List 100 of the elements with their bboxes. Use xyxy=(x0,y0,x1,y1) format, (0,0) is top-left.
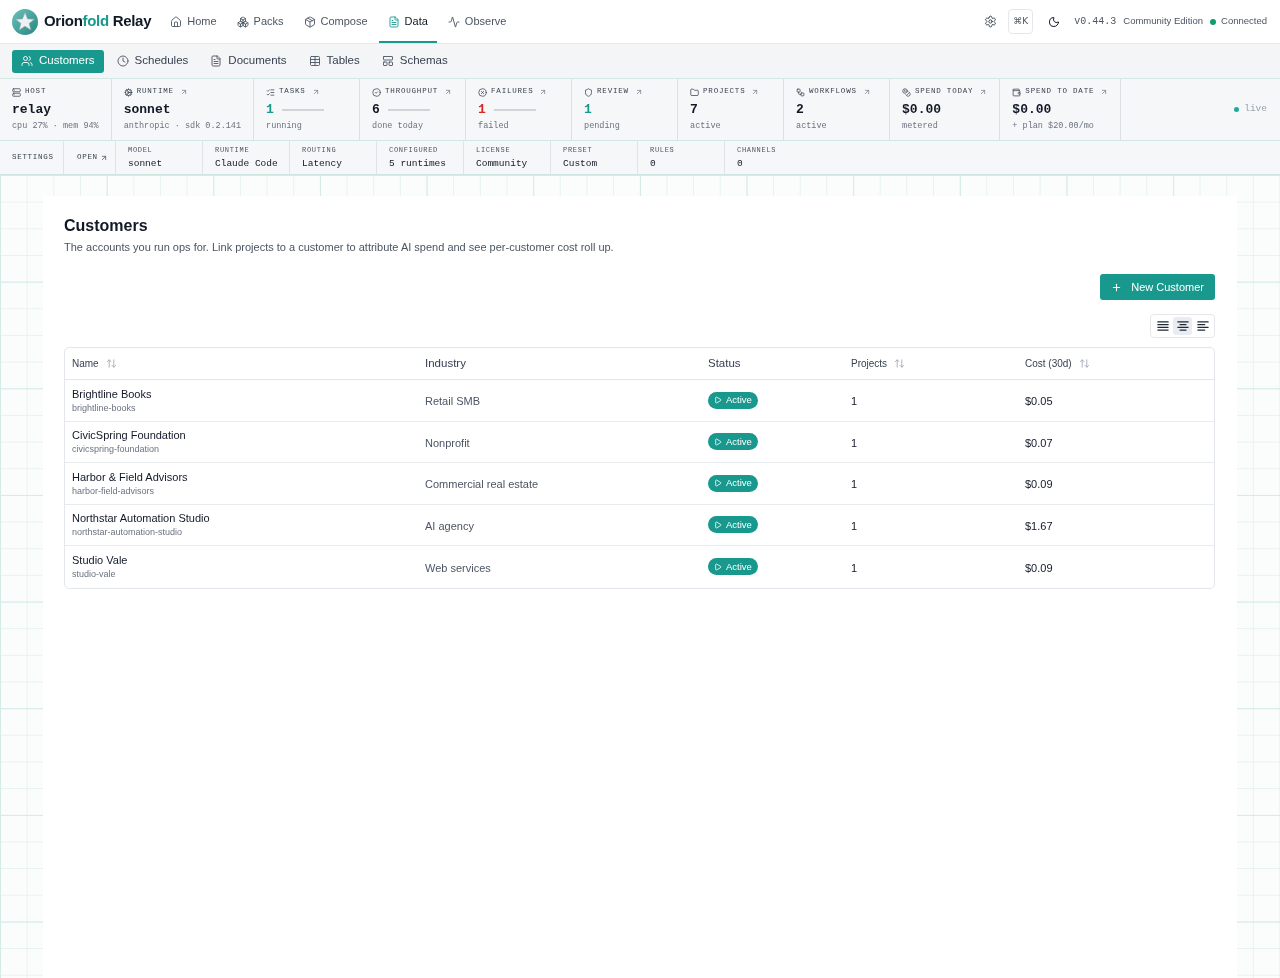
stat-value: 7 xyxy=(690,101,698,120)
shield-icon xyxy=(584,87,594,97)
justified-lines-icon xyxy=(1156,321,1169,331)
command-shortcut-button[interactable]: ⌘K xyxy=(1008,9,1034,34)
customer-slug: brightline-books xyxy=(72,401,137,414)
server-icon xyxy=(12,87,21,97)
nav-tab[interactable]: Packs xyxy=(227,0,293,43)
section-tab[interactable]: Customers xyxy=(12,49,104,73)
sort-icon xyxy=(105,358,117,369)
page-description: The accounts you run ops for. Link projects to a customer to attribute AI spend and see per-customer cost roll up. xyxy=(64,240,615,254)
column-header: Industry xyxy=(425,355,466,371)
clock-icon xyxy=(116,55,129,67)
industry-cell: Nonprofit xyxy=(425,436,470,449)
customer-slug: northstar-automation-studio xyxy=(72,526,184,539)
trend-line xyxy=(493,109,536,111)
column-header: Status xyxy=(708,355,741,371)
status-text: Active xyxy=(726,517,752,532)
play-icon xyxy=(714,396,722,405)
cost-cell: $0.09 xyxy=(1025,478,1053,491)
column-header[interactable]: Projects xyxy=(851,356,906,371)
industry-cell: AI agency xyxy=(425,519,474,532)
play-icon xyxy=(714,479,722,488)
stat-value: 1 xyxy=(478,101,486,120)
stat-value: sonnet xyxy=(123,101,171,120)
customer-slug: harbor-field-advisors xyxy=(72,484,156,497)
theme-toggle-button[interactable] xyxy=(1047,14,1062,29)
edition-label: Community Edition xyxy=(1123,14,1204,29)
version-label: v0.44.3 xyxy=(1074,15,1117,29)
setting-value: 0 xyxy=(737,158,744,170)
projects-cell: 1 xyxy=(851,436,858,449)
stat-detail: failed xyxy=(478,121,510,132)
setting-value: 5 runtimes xyxy=(389,158,447,170)
cost-cell: $0.07 xyxy=(1025,436,1053,449)
new-customer-button[interactable]: New Customer xyxy=(1100,274,1215,300)
trend-line xyxy=(387,109,430,111)
setting-value: Claude Code xyxy=(215,158,279,170)
layout-icon xyxy=(381,55,394,67)
nav-tab[interactable]: Compose xyxy=(294,0,377,43)
coins-icon xyxy=(902,87,912,97)
wallet-icon xyxy=(1012,87,1022,97)
stat-detail: metered xyxy=(902,121,939,132)
document-icon xyxy=(210,55,223,67)
stat-detail: active xyxy=(796,121,828,132)
stat-detail: + plan $20.00/mo xyxy=(1012,121,1095,132)
customer-name: CivicSpring Foundation xyxy=(72,428,187,443)
left-lines-icon xyxy=(1196,321,1209,331)
settings-button[interactable] xyxy=(982,13,999,30)
projects-cell: 1 xyxy=(851,561,858,574)
cost-cell: $1.67 xyxy=(1025,519,1053,532)
settings-icon xyxy=(983,15,997,28)
view-toggle[interactable] xyxy=(1173,317,1192,335)
setting-value: sonnet xyxy=(128,158,164,170)
page-title: Customers xyxy=(64,216,149,236)
customer-slug: civicspring-foundation xyxy=(72,443,161,456)
projects-cell: 1 xyxy=(851,478,858,491)
cost-cell: $0.05 xyxy=(1025,395,1053,408)
cube-icon xyxy=(303,15,316,28)
setting-value: 0 xyxy=(650,158,657,170)
play-icon xyxy=(714,562,722,571)
sort-icon xyxy=(894,358,906,369)
industry-cell: Retail SMB xyxy=(425,395,481,408)
projects-cell: 1 xyxy=(851,519,858,532)
brand-name: Orionfold Relay xyxy=(44,11,152,32)
section-tab[interactable]: Tables xyxy=(299,49,369,73)
moon-icon xyxy=(1048,15,1061,28)
status-text: Active xyxy=(726,393,752,408)
star-logo-icon xyxy=(12,8,38,35)
customer-name: Northstar Automation Studio xyxy=(72,511,211,526)
stat-detail: done today xyxy=(372,121,425,132)
nav-tab[interactable]: Observe xyxy=(438,0,516,43)
status-text: Active xyxy=(726,476,752,491)
customer-name: Studio Vale xyxy=(72,553,129,568)
live-label: live xyxy=(1244,102,1267,117)
stat-detail: active xyxy=(690,121,722,132)
table-icon xyxy=(308,55,321,67)
play-icon xyxy=(714,520,722,529)
section-tab[interactable]: Documents xyxy=(201,49,296,73)
stat-value: 6 xyxy=(372,101,380,120)
nav-tab[interactable]: Home xyxy=(161,0,226,43)
home-icon xyxy=(170,15,183,28)
customer-name: Harbor & Field Advisors xyxy=(72,469,189,484)
trend-line xyxy=(281,109,324,111)
section-tab[interactable]: Schemas xyxy=(372,49,457,73)
play-icon xyxy=(714,437,722,446)
pulse-icon xyxy=(447,15,460,28)
stat-detail: cpu 27% · mem 94% xyxy=(12,121,99,132)
check-circle-icon xyxy=(372,87,382,97)
stat-value: 1 xyxy=(266,101,274,120)
arrow-up-right-icon xyxy=(99,153,108,162)
sort-icon xyxy=(1078,358,1090,369)
stat-value: 2 xyxy=(796,101,804,120)
section-tab[interactable]: Schedules xyxy=(107,49,198,73)
stat-value: relay xyxy=(12,101,51,120)
column-header[interactable]: Name xyxy=(72,356,117,371)
boxes-icon xyxy=(236,15,249,28)
stat-detail: pending xyxy=(584,121,621,132)
document-icon xyxy=(387,15,400,28)
customer-slug: studio-vale xyxy=(72,568,117,581)
customer-name: Brightline Books xyxy=(72,386,153,401)
column-header[interactable]: Cost (30d) xyxy=(1025,356,1090,371)
